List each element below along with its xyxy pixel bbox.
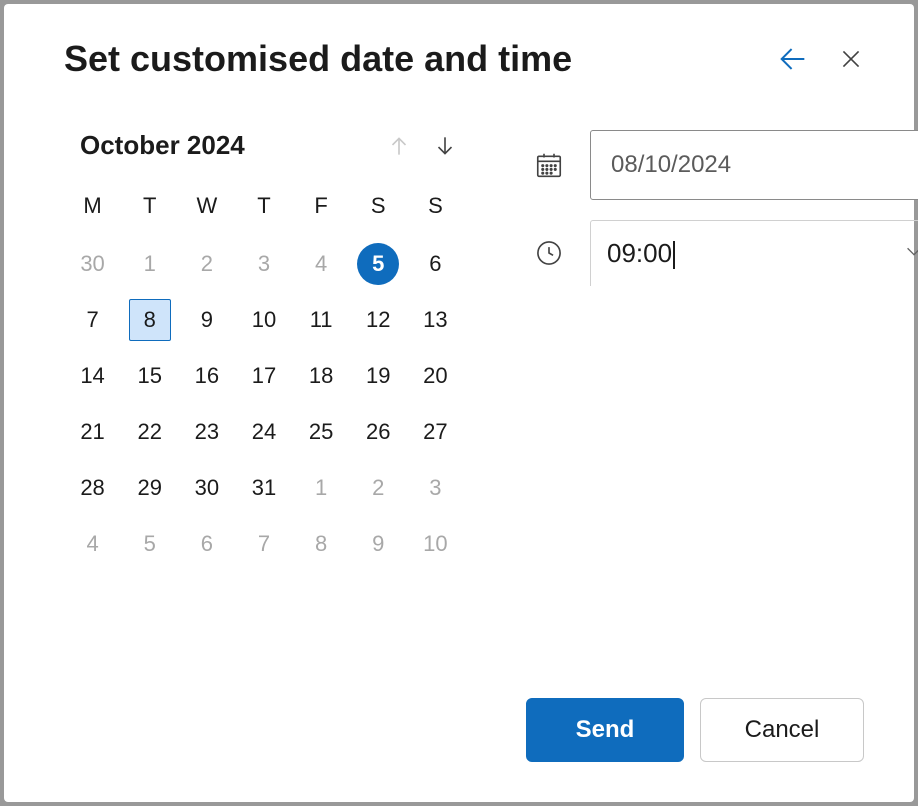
arrow-up-icon (386, 133, 412, 159)
calendar-day[interactable]: 15 (121, 355, 178, 397)
calendar-day[interactable]: 11 (293, 299, 350, 341)
calendar-day[interactable]: 31 (235, 467, 292, 509)
dialog-body: October 2024 (64, 130, 864, 668)
day-header: S (407, 187, 464, 229)
date-input[interactable] (590, 130, 918, 200)
chevron-down-icon (903, 240, 918, 262)
set-date-time-dialog: Set customised date and time October 202… (4, 4, 914, 802)
calendar-day[interactable]: 17 (235, 355, 292, 397)
calendar-grid: MTWTFSS301234567891011121314151617181920… (64, 187, 464, 565)
calendar-day[interactable]: 9 (350, 523, 407, 565)
calendar-day[interactable]: 25 (293, 411, 350, 453)
prev-month-button[interactable] (386, 133, 412, 159)
calendar-day[interactable]: 2 (178, 243, 235, 285)
calendar: October 2024 (64, 130, 464, 668)
calendar-day[interactable]: 18 (293, 355, 350, 397)
time-input-wrap[interactable]: 09:00 (590, 220, 918, 286)
date-field-row (534, 130, 918, 200)
calendar-day[interactable]: 20 (407, 355, 464, 397)
calendar-day[interactable]: 30 (178, 467, 235, 509)
month-year-label[interactable]: October 2024 (80, 130, 245, 161)
calendar-day[interactable]: 10 (235, 299, 292, 341)
calendar-icon (534, 150, 564, 180)
calendar-day[interactable]: 29 (121, 467, 178, 509)
text-caret (673, 241, 675, 269)
close-icon (838, 46, 864, 72)
calendar-day[interactable]: 23 (178, 411, 235, 453)
calendar-day[interactable]: 9 (178, 299, 235, 341)
calendar-day[interactable]: 12 (350, 299, 407, 341)
calendar-day[interactable]: 10 (407, 523, 464, 565)
arrow-down-icon (432, 133, 458, 159)
calendar-day[interactable]: 6 (178, 523, 235, 565)
calendar-day[interactable]: 28 (64, 467, 121, 509)
calendar-header: October 2024 (64, 130, 464, 161)
calendar-day[interactable]: 30 (64, 243, 121, 285)
calendar-day[interactable]: 13 (407, 299, 464, 341)
time-field-row: 09:00 (534, 220, 918, 286)
calendar-day[interactable]: 3 (235, 243, 292, 285)
calendar-day[interactable]: 5 (350, 243, 407, 285)
back-button[interactable] (776, 42, 810, 76)
time-input[interactable]: 09:00 (607, 238, 903, 269)
calendar-day[interactable]: 19 (350, 355, 407, 397)
day-header: T (235, 187, 292, 229)
calendar-day[interactable]: 3 (407, 467, 464, 509)
time-dropdown-button[interactable] (903, 240, 918, 267)
datetime-fields: 09:00 (534, 130, 918, 668)
calendar-day[interactable]: 1 (293, 467, 350, 509)
clock-icon (534, 239, 564, 267)
day-header: T (121, 187, 178, 229)
send-button[interactable]: Send (526, 698, 684, 762)
dialog-title: Set customised date and time (64, 38, 572, 80)
calendar-day[interactable]: 8 (121, 299, 178, 341)
header-actions (776, 42, 864, 76)
day-header: F (293, 187, 350, 229)
calendar-day[interactable]: 7 (64, 299, 121, 341)
calendar-day[interactable]: 2 (350, 467, 407, 509)
calendar-day[interactable]: 27 (407, 411, 464, 453)
calendar-day[interactable]: 26 (350, 411, 407, 453)
close-button[interactable] (838, 46, 864, 72)
calendar-day[interactable]: 21 (64, 411, 121, 453)
next-month-button[interactable] (432, 133, 458, 159)
calendar-nav (386, 133, 458, 159)
day-header: W (178, 187, 235, 229)
calendar-day[interactable]: 22 (121, 411, 178, 453)
arrow-left-icon (776, 42, 810, 76)
calendar-day[interactable]: 6 (407, 243, 464, 285)
calendar-day[interactable]: 4 (293, 243, 350, 285)
dialog-header: Set customised date and time (64, 38, 864, 80)
calendar-day[interactable]: 24 (235, 411, 292, 453)
calendar-day[interactable]: 14 (64, 355, 121, 397)
cancel-button[interactable]: Cancel (700, 698, 864, 762)
calendar-day[interactable]: 4 (64, 523, 121, 565)
calendar-day[interactable]: 16 (178, 355, 235, 397)
day-header: S (350, 187, 407, 229)
calendar-day[interactable]: 8 (293, 523, 350, 565)
calendar-day[interactable]: 1 (121, 243, 178, 285)
day-header: M (64, 187, 121, 229)
calendar-day[interactable]: 7 (235, 523, 292, 565)
dialog-footer: Send Cancel (64, 698, 864, 762)
calendar-day[interactable]: 5 (121, 523, 178, 565)
